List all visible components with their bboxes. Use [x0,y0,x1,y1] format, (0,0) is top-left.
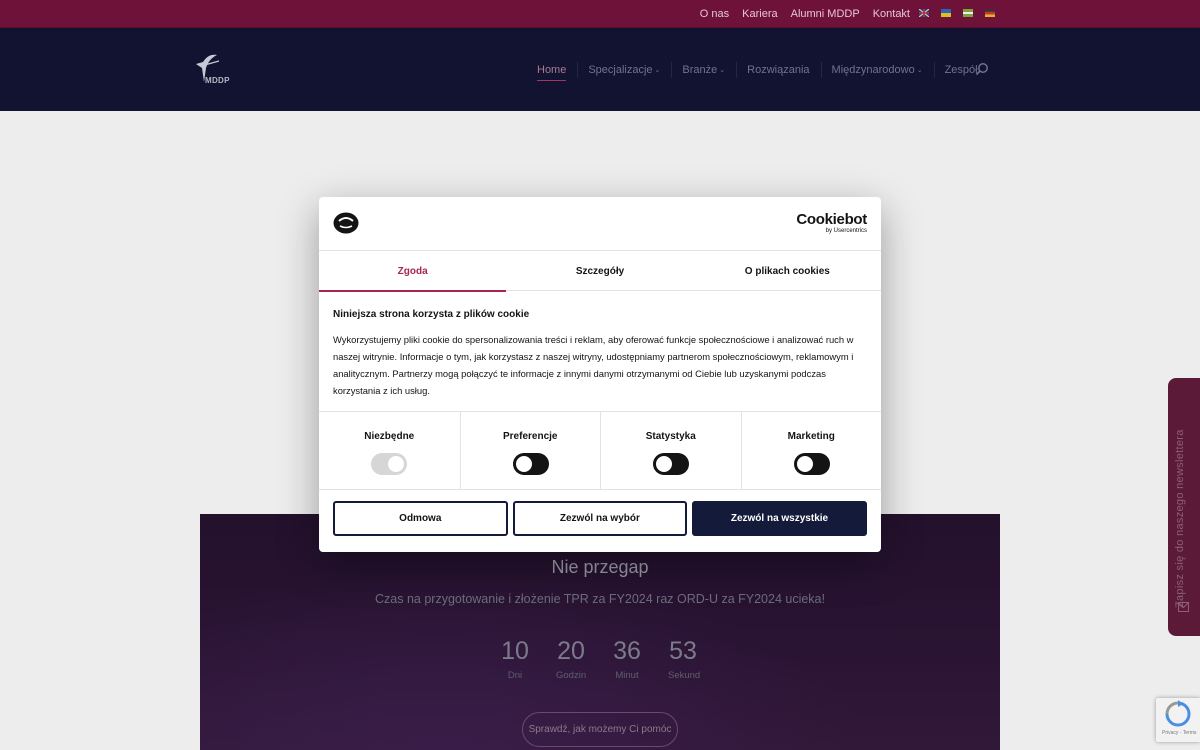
dialog-buttons: Odmowa Zezwól na wybór Zezwól na wszystk… [333,501,867,536]
switch-knob [388,456,404,472]
cookiebot-logo-text: Cookiebot [796,211,867,228]
top-link-contact[interactable]: Kontakt [873,8,910,20]
nav-item-branze[interactable]: Branże ⌄ [671,28,736,111]
countdown-hours: 20 Godzin [556,636,586,681]
tab-consent[interactable]: Zgoda [319,251,507,292]
toggle-label: Marketing [787,431,835,442]
toggle-statistics: Statystyka [600,412,741,490]
countdown-value: 10 [501,637,529,665]
top-bar: O nas Kariera Alumni MDDP Kontakt [0,0,1200,28]
toggle-label: Preferencje [503,431,558,442]
toggle-marketing: Marketing [740,412,882,490]
search-icon[interactable] [975,62,989,76]
nav-label: Zespół [944,63,978,76]
toggle-preferences: Preferencje [459,412,601,490]
main-nav: Home Specjalizacje ⌄ Branże ⌄ Rozwiązani… [537,28,989,111]
recaptcha-icon [1165,700,1191,727]
nav-item-specjalizacje[interactable]: Specjalizacje ⌄ [577,28,671,111]
countdown-label: Dni [507,670,523,681]
top-link-career[interactable]: Kariera [742,8,777,20]
cookie-consent-dialog: Cookiebot by Usercentrics Zgoda Szczegół… [319,197,881,552]
countdown-minutes: 36 Minut [612,636,642,681]
marketing-switch[interactable] [793,453,830,475]
flag-dutch-icon[interactable] [963,9,973,17]
recaptcha-badge[interactable]: Privacy - Terms [1156,698,1200,742]
newsletter-tab[interactable]: Zapisz się do naszego newslettera [1168,378,1200,636]
newsletter-label: Zapisz się do naszego newslettera [1174,429,1186,608]
cookiebot-byline: by Usercentrics [825,228,867,234]
dialog-tabs: Zgoda Szczegóły O plikach cookies [319,251,881,292]
toggle-label: Niezbędne [364,431,415,442]
toggle-necessary: Niezbędne [319,412,460,490]
dialog-header: Cookiebot by Usercentrics [319,197,881,251]
nav-label: Branże [682,63,718,76]
countdown-label: Godzin [556,670,587,681]
toggle-label: Statystyka [645,431,696,442]
countdown-value: 53 [669,637,697,665]
nav-label: Home [537,64,567,81]
logo-text: MDDP [205,76,230,85]
statistics-switch[interactable] [653,453,689,475]
switch-knob [515,456,532,472]
nav-item-rozwiazania[interactable]: Rozwiązania [736,28,820,111]
countdown-label: Minut [615,670,639,681]
dialog-body: Niniejsza strona korzysta z plików cooki… [333,309,867,399]
banner-title: Nie przegap [551,557,649,577]
tab-details[interactable]: Szczegóły [506,251,693,291]
chevron-down-icon: ⌄ [654,66,661,74]
allow-selection-button[interactable]: Zezwól na wybór [512,501,688,536]
chevron-down-icon: ⌄ [719,66,726,74]
envelope-icon [1178,602,1189,612]
necessary-switch [371,453,407,475]
chevron-down-icon: ⌄ [916,66,923,74]
preferences-switch[interactable] [512,453,549,475]
switch-knob [796,456,813,472]
cookiebot-brand: Cookiebot by Usercentrics [796,212,867,235]
countdown-value: 36 [613,637,641,665]
top-link-alumni[interactable]: Alumni MDDP [791,8,860,20]
deny-button[interactable]: Odmowa [333,501,508,536]
language-flags [919,9,995,17]
mddp-logo[interactable]: MDDP [193,52,233,88]
main-header: MDDP Home Specjalizacje ⌄ Branże ⌄ Rozwi… [0,28,1200,111]
countdown-timer: 10 Dni 20 Godzin 36 Minut 53 Sekund [500,636,701,681]
recaptcha-terms: Privacy - Terms [1162,730,1197,736]
tab-about-cookies[interactable]: O plikach cookies [694,251,881,291]
countdown-label: Sekund [668,670,701,681]
allow-all-button[interactable]: Zezwól na wszystkie [692,501,867,536]
flag-ukraine-icon[interactable] [941,9,951,17]
switch-knob [656,456,672,472]
dialog-title: Niniejsza strona korzysta z plików cooki… [333,309,530,320]
countdown-value: 20 [557,637,585,665]
nav-item-miedzynarodowo[interactable]: Międzynarodowo ⌄ [820,28,934,111]
help-cta-button[interactable]: Sprawdź, jak możemy Ci pomóc [522,712,678,747]
flag-uk-icon[interactable] [919,9,929,17]
top-link-about[interactable]: O nas [700,8,729,20]
flag-german-icon[interactable] [985,9,995,17]
nav-label: Specjalizacje [588,63,653,76]
top-links: O nas Kariera Alumni MDDP Kontakt [700,0,910,28]
countdown-days: 10 Dni [500,636,530,681]
countdown-seconds: 53 Sekund [668,636,701,681]
banner-subtitle: Czas na przygotowanie i złożenie TPR za … [375,592,825,606]
cookie-icon [333,212,359,234]
consent-toggles: Niezbędne Preferencje Statystyka Marketi… [319,411,881,490]
nav-item-home[interactable]: Home [537,28,577,111]
dialog-description: Wykorzystujemy pliki cookie do spersonal… [333,334,854,396]
nav-label: Rozwiązania [747,63,810,76]
nav-label: Międzynarodowo [831,63,915,76]
